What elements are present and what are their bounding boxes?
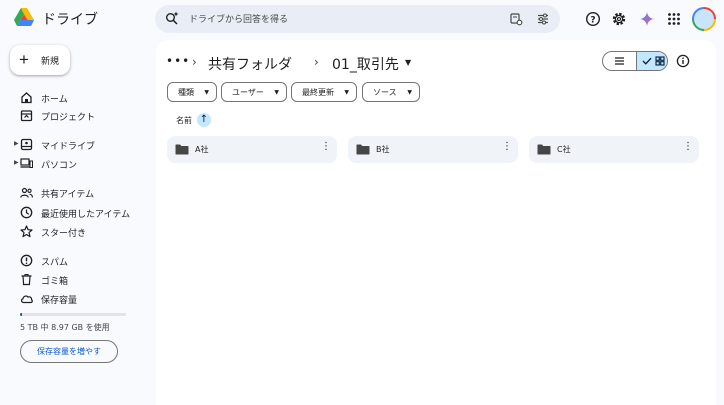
storage-usage-fill — [20, 313, 22, 316]
folder-card-a[interactable]: A社 ⋮ — [167, 136, 337, 163]
grid-view-icon — [655, 56, 665, 66]
settings-gear-icon[interactable] — [611, 11, 627, 27]
sidebar-item-label: 共有アイテム — [41, 190, 95, 200]
breadcrumb-item-current-folder[interactable]: 01_取引先 — [332, 54, 399, 74]
filter-chip-people[interactable]: ユーザー ▼ — [221, 82, 287, 102]
filter-chip-source[interactable]: ソース ▼ — [362, 82, 420, 102]
sidebar-item-label: パソコン — [41, 161, 78, 171]
sidebar-item-storage[interactable]: 保存容量 — [0, 289, 152, 307]
filter-chip-type[interactable]: 種類 ▼ — [167, 82, 217, 102]
get-more-storage-button[interactable]: 保存容量を増やす — [20, 340, 118, 363]
home-icon — [21, 92, 32, 104]
folder-card-c[interactable]: C社 ⋮ — [529, 136, 699, 163]
sidebar-item-trash[interactable]: ゴミ箱 — [0, 270, 152, 288]
view-toggle — [602, 51, 668, 71]
app-title: ドライブ — [42, 12, 98, 28]
sidebar-item-recent[interactable]: 最近使用したアイテム — [0, 203, 152, 221]
folder-name: A社 — [195, 145, 209, 154]
svg-text:?: ? — [590, 15, 595, 25]
more-vert-icon[interactable]: ⋮ — [321, 142, 331, 152]
sidebar-item-label: ホーム — [41, 95, 68, 105]
gemini-spark-icon[interactable] — [639, 11, 655, 27]
filter-chip-label: 最終更新 — [302, 88, 334, 97]
folder-menu-caret-icon[interactable]: ▼ — [405, 58, 411, 67]
expand-arrow-icon[interactable]: ▶ — [14, 159, 19, 166]
project-icon — [20, 110, 33, 122]
sidebar-item-my-drive[interactable]: ▶ マイドライブ — [0, 135, 152, 153]
help-icon[interactable]: ? — [585, 11, 601, 27]
chevron-down-icon: ▼ — [204, 89, 209, 96]
breadcrumb-more-icon[interactable]: ••• — [166, 54, 190, 68]
filter-chip-label: 種類 — [178, 88, 194, 97]
top-bar: ドライブ ドライブから回答を得る ? — [0, 0, 724, 38]
list-view-icon — [615, 57, 624, 65]
more-vert-icon[interactable]: ⋮ — [683, 142, 693, 152]
filter-chip-label: ソース — [373, 88, 397, 97]
shared-people-icon — [20, 187, 33, 198]
sidebar-item-label: スター付き — [41, 229, 87, 239]
new-button-label: 新規 — [41, 56, 60, 66]
chevron-down-icon: ▼ — [274, 89, 279, 96]
spam-icon — [20, 254, 33, 267]
sidebar-item-label: 保存容量 — [41, 296, 78, 306]
clock-icon — [20, 206, 33, 219]
storage-usage-bar — [20, 313, 126, 316]
list-view-button[interactable] — [603, 52, 636, 70]
expand-arrow-icon[interactable]: ▶ — [14, 140, 19, 147]
folder-name: B社 — [376, 145, 390, 154]
new-button[interactable]: + 新規 — [10, 45, 70, 75]
chevron-down-icon: ▼ — [407, 89, 412, 96]
sidebar-item-label: スパム — [41, 258, 69, 268]
sidebar-item-starred[interactable]: スター付き — [0, 222, 152, 240]
breadcrumb-separator-icon: › — [192, 55, 197, 69]
filter-chip-modified[interactable]: 最終更新 ▼ — [291, 82, 357, 102]
check-icon — [642, 57, 652, 65]
folder-card-b[interactable]: B社 ⋮ — [348, 136, 518, 163]
search-filter-icon[interactable] — [509, 12, 523, 26]
more-vert-icon[interactable]: ⋮ — [502, 142, 512, 152]
main-content: ••• › 共有フォルダ › 01_取引先 ▼ 種類 ▼ ユーザー ▼ 最終更新… — [156, 40, 716, 405]
sidebar-item-spam[interactable]: スパム — [0, 251, 152, 269]
sort-direction-icon[interactable]: ↑ — [197, 113, 211, 127]
breadcrumb-item-shared-folder[interactable]: 共有フォルダ — [208, 54, 292, 74]
sidebar-item-label: ゴミ箱 — [41, 277, 69, 287]
search-spark-icon[interactable] — [165, 11, 179, 25]
sidebar-item-label: プロジェクト — [41, 113, 96, 123]
sidebar-item-label: マイドライブ — [41, 142, 96, 152]
search-options-icon[interactable] — [536, 12, 550, 26]
folder-name: C社 — [557, 145, 571, 154]
search-bar[interactable]: ドライブから回答を得る — [155, 5, 560, 33]
sidebar-item-label: 最近使用したアイテム — [41, 210, 131, 220]
plus-icon: + — [19, 50, 29, 69]
breadcrumb: ••• › 共有フォルダ › 01_取引先 ▼ — [164, 52, 464, 74]
filter-chip-label: ユーザー — [232, 88, 264, 97]
search-input[interactable]: ドライブから回答を得る — [189, 12, 288, 25]
sidebar-item-computers[interactable]: ▶ パソコン — [0, 154, 152, 172]
sidebar-item-home[interactable]: ホーム — [0, 88, 152, 106]
sidebar-item-projects[interactable]: プロジェクト — [0, 106, 152, 124]
drive-logo-icon[interactable] — [14, 8, 34, 26]
cloud-icon — [21, 295, 33, 304]
star-icon — [20, 225, 33, 238]
breadcrumb-separator-icon: › — [314, 55, 319, 69]
computer-icon — [20, 158, 33, 168]
chevron-down-icon: ▼ — [344, 89, 349, 96]
grid-view-button[interactable] — [636, 52, 667, 70]
sort-by-name-label[interactable]: 名前 — [176, 115, 192, 126]
trash-icon — [21, 273, 32, 286]
apps-grid-icon[interactable] — [666, 11, 682, 27]
folder-icon — [537, 144, 551, 155]
account-avatar[interactable] — [692, 7, 716, 31]
folder-icon — [356, 144, 370, 155]
sidebar-item-shared[interactable]: 共有アイテム — [0, 183, 152, 201]
my-drive-icon — [20, 138, 33, 151]
storage-usage-text: 5 TB 中 8.97 GB を使用 — [20, 323, 110, 332]
details-info-icon[interactable] — [676, 54, 690, 68]
folder-icon — [175, 144, 189, 155]
